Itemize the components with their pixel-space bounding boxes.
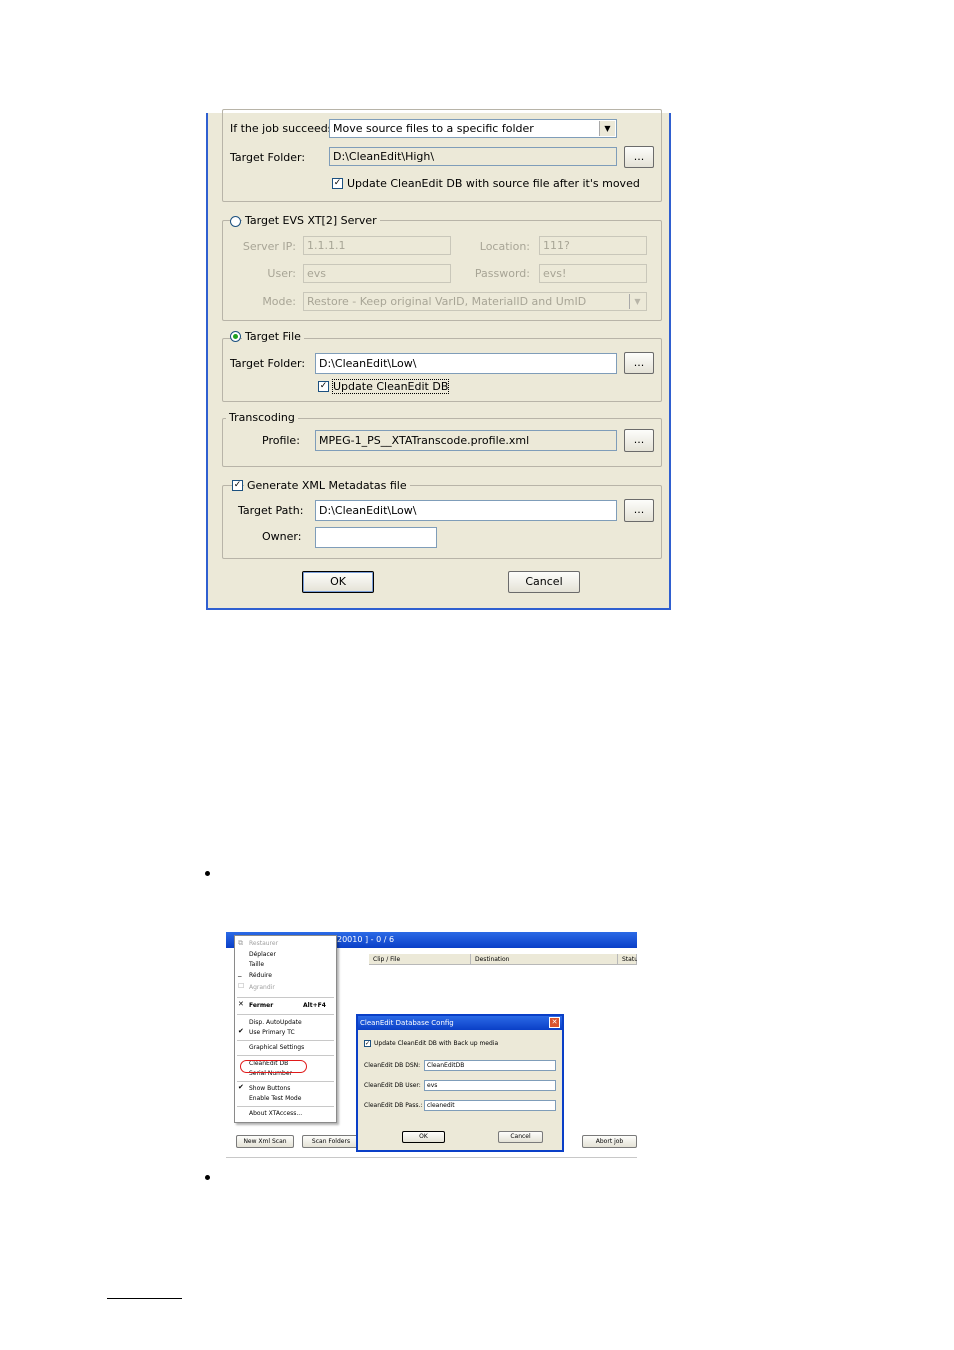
config-ok-button[interactable]: OK bbox=[402, 1131, 445, 1143]
menu-separator bbox=[237, 997, 334, 998]
server-user-label: User: bbox=[267, 267, 296, 280]
job-settings-dialog: If the job succeeds: Move source files t… bbox=[206, 109, 671, 610]
menu-item-about[interactable]: About XTAccess... bbox=[249, 1110, 302, 1117]
evs-server-radio[interactable] bbox=[230, 216, 241, 227]
target-folder-field[interactable]: D:\CleanEdit\Low\ bbox=[315, 353, 617, 374]
column-header-destination[interactable]: Destination bbox=[471, 954, 618, 965]
job-succeeds-dropdown[interactable]: Move source files to a specific folder ▼ bbox=[329, 119, 617, 138]
config-dsn-field[interactable]: CleanEditDB bbox=[424, 1060, 556, 1071]
success-update-db-checkbox[interactable]: ✓ bbox=[332, 178, 343, 189]
success-update-db-label: Update CleanEdit DB with source file aft… bbox=[347, 177, 640, 190]
owner-label: Owner: bbox=[262, 530, 302, 543]
bullet-2 bbox=[205, 1175, 210, 1180]
checkmark-icon: ✔ bbox=[238, 1083, 244, 1091]
close-icon: ✕ bbox=[238, 1000, 244, 1008]
location-label: Location: bbox=[479, 240, 530, 253]
target-update-db-checkbox[interactable]: ✓ bbox=[318, 381, 329, 392]
config-update-label: Update CleanEdit DB with Back up media bbox=[374, 1040, 499, 1047]
menu-item-graphical-settings[interactable]: Graphical Settings bbox=[249, 1044, 304, 1051]
chevron-down-icon[interactable]: ▼ bbox=[599, 121, 615, 136]
menu-item-disp-autoupdate[interactable]: Disp. AutoUpdate bbox=[249, 1019, 302, 1026]
success-target-folder-label: Target Folder: bbox=[230, 151, 306, 164]
job-succeeds-value: Move source files to a specific folder bbox=[333, 122, 534, 135]
location-field[interactable]: 111? bbox=[539, 236, 647, 255]
scan-folders-button[interactable]: Scan Folders bbox=[302, 1135, 360, 1148]
menu-separator bbox=[237, 1014, 334, 1015]
server-ip-field[interactable]: 1.1.1.1 bbox=[303, 236, 451, 255]
job-succeeds-label: If the job succeeds: bbox=[230, 122, 338, 135]
mode-value: Restore - Keep original VarID, MaterialI… bbox=[307, 295, 587, 308]
menu-separator bbox=[237, 1040, 334, 1041]
target-path-browse-button[interactable]: ... bbox=[624, 499, 654, 522]
target-path-label: Target Path: bbox=[238, 504, 304, 517]
target-folder-browse-button[interactable]: ... bbox=[624, 352, 654, 374]
bullet-1 bbox=[205, 871, 210, 876]
window-title: 20010 ] - 0 / 6 bbox=[337, 935, 395, 944]
config-update-checkbox[interactable]: ✓ bbox=[364, 1040, 371, 1047]
restore-icon: ⧉ bbox=[238, 939, 243, 947]
menu-item-agrandir[interactable]: Agrandir bbox=[249, 984, 275, 991]
server-user-field[interactable]: evs bbox=[303, 264, 451, 283]
footnote-rule bbox=[107, 1298, 182, 1299]
profile-browse-button[interactable]: ... bbox=[624, 429, 654, 452]
password-label: Password: bbox=[474, 267, 530, 280]
menu-item-reduire[interactable]: Réduire bbox=[249, 972, 272, 979]
chevron-down-icon[interactable]: ▼ bbox=[629, 294, 645, 309]
column-header-clip[interactable]: Clip / File bbox=[369, 954, 471, 965]
menu-item-restaurer[interactable]: Restaurer bbox=[249, 940, 278, 947]
mode-label: Mode: bbox=[262, 295, 296, 308]
checkmark-icon: ✔ bbox=[238, 1027, 244, 1035]
minimize-icon: _ bbox=[238, 969, 242, 977]
target-path-field[interactable]: D:\CleanEdit\Low\ bbox=[315, 500, 617, 521]
success-target-folder-field[interactable]: D:\CleanEdit\High\ bbox=[329, 147, 617, 166]
menu-item-enable-test-mode[interactable]: Enable Test Mode bbox=[249, 1095, 301, 1102]
config-title: CleanEdit Database Config bbox=[358, 1016, 562, 1030]
xtaccess-screenshot: 20010 ] - 0 / 6 Clip / File Destination … bbox=[226, 932, 637, 1158]
column-header-status[interactable]: Statu bbox=[618, 954, 637, 965]
profile-label: Profile: bbox=[262, 434, 300, 447]
cleanedit-config-dialog: CleanEdit Database Config ✕ ✓ Update Cle… bbox=[356, 1014, 564, 1152]
config-user-field[interactable]: evs bbox=[424, 1080, 556, 1091]
target-folder-label: Target Folder: bbox=[230, 357, 306, 370]
menu-item-show-buttons[interactable]: Show Buttons bbox=[249, 1085, 290, 1092]
config-pass-label: CleanEdit DB Pass.: bbox=[364, 1102, 423, 1109]
config-pass-field[interactable]: cleanedit bbox=[424, 1100, 556, 1111]
ok-button[interactable]: OK bbox=[302, 571, 374, 593]
target-file-legend: Target File bbox=[242, 330, 304, 343]
server-ip-label: Server IP: bbox=[242, 240, 296, 253]
evs-server-legend: Target EVS XT[2] Server bbox=[242, 214, 380, 227]
transcoding-legend: Transcoding bbox=[226, 411, 298, 424]
xml-metadata-legend: Generate XML Metadatas file bbox=[244, 479, 410, 492]
menu-separator bbox=[237, 1055, 334, 1056]
xml-metadata-group bbox=[222, 485, 662, 559]
password-field[interactable]: evs! bbox=[539, 264, 647, 283]
menu-item-use-primary-tc[interactable]: Use Primary TC bbox=[249, 1029, 295, 1036]
target-file-radio[interactable] bbox=[230, 331, 241, 342]
cancel-button[interactable]: Cancel bbox=[508, 571, 580, 593]
success-browse-button[interactable]: ... bbox=[624, 146, 654, 168]
abort-job-button[interactable]: Abort job bbox=[582, 1135, 637, 1148]
config-user-label: CleanEdit DB User: bbox=[364, 1082, 421, 1089]
target-update-db-label: Update CleanEdit DB bbox=[331, 379, 450, 394]
menu-item-deplacer[interactable]: Déplacer bbox=[249, 951, 276, 958]
mode-dropdown[interactable]: Restore - Keep original VarID, MaterialI… bbox=[303, 292, 647, 311]
menu-item-fermer-shortcut: Alt+F4 bbox=[303, 1002, 326, 1009]
maximize-icon: ☐ bbox=[238, 982, 245, 990]
close-icon[interactable]: ✕ bbox=[549, 1017, 560, 1028]
menu-item-fermer[interactable]: Fermer bbox=[249, 1002, 273, 1009]
menu-separator bbox=[237, 1106, 334, 1107]
highlight-ring bbox=[240, 1060, 307, 1073]
config-dsn-label: CleanEdit DB DSN: bbox=[364, 1062, 421, 1069]
menu-separator bbox=[237, 1081, 334, 1082]
new-xml-scan-button[interactable]: New Xml Scan bbox=[236, 1135, 294, 1148]
owner-field[interactable] bbox=[315, 527, 437, 548]
system-menu: ⧉ Restaurer Déplacer Taille _ Réduire ☐ … bbox=[234, 935, 337, 1123]
config-cancel-button[interactable]: Cancel bbox=[498, 1131, 543, 1143]
profile-field[interactable]: MPEG-1_PS__XTATranscode.profile.xml bbox=[315, 430, 617, 451]
xml-metadata-checkbox[interactable]: ✓ bbox=[232, 480, 243, 491]
menu-item-taille[interactable]: Taille bbox=[249, 961, 264, 968]
